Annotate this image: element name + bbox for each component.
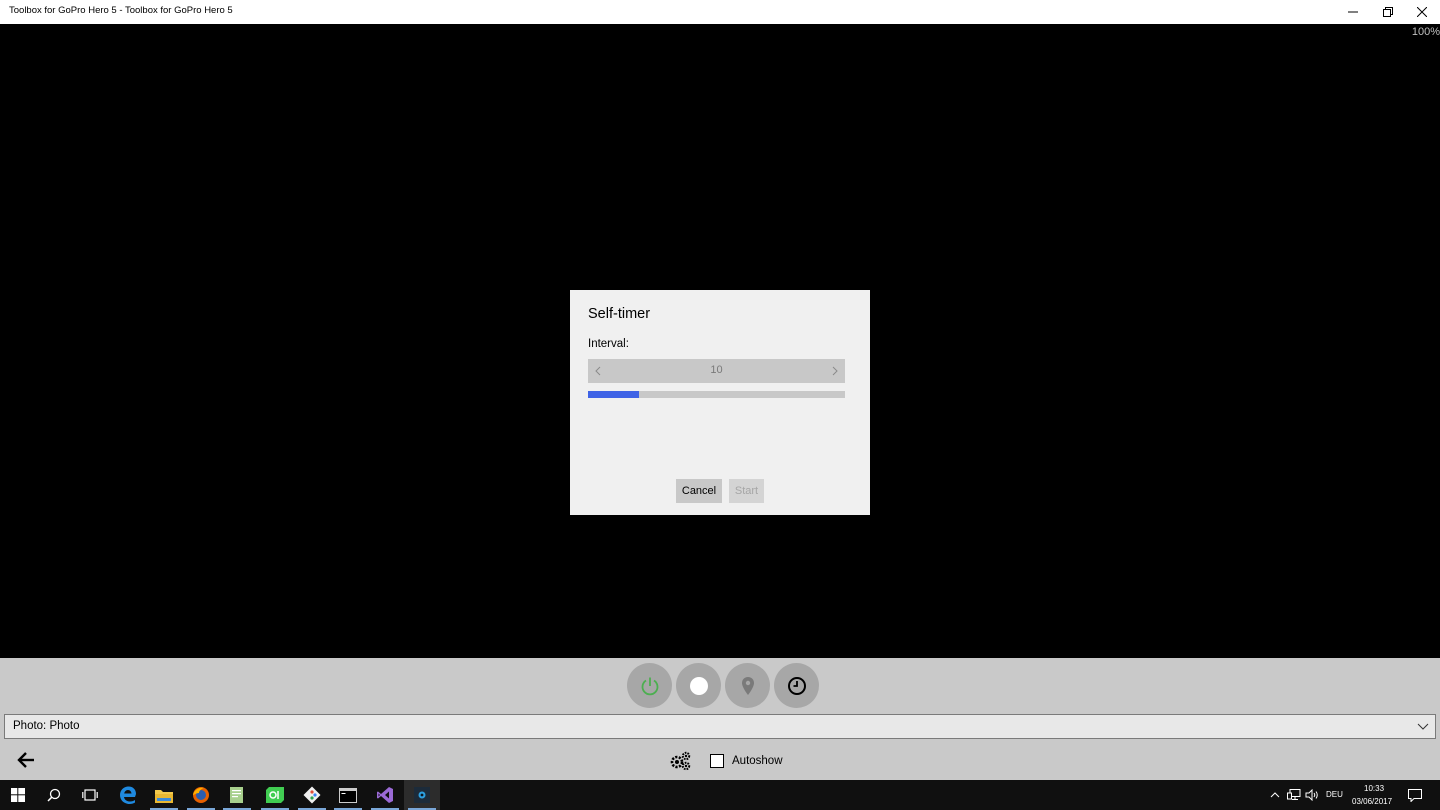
chevron-up-icon (1270, 792, 1280, 798)
git-app[interactable] (294, 780, 330, 810)
control-panel: Photo: Photo Autoshow (0, 658, 1440, 780)
interval-progress-bar (588, 391, 845, 398)
search-icon (47, 788, 61, 802)
file-explorer-app[interactable] (146, 780, 182, 810)
window-title: Toolbox for GoPro Hero 5 - Toolbox for G… (9, 5, 233, 16)
gopro-toolbox-app[interactable] (404, 780, 440, 810)
firefox-icon (193, 787, 209, 803)
start-button[interactable] (0, 780, 36, 810)
interval-value: 10 (710, 364, 723, 376)
dialog-title: Self-timer (588, 306, 651, 322)
taskbar: DEU 10:33 03/06/2017 (0, 780, 1440, 810)
mode-select-value: Photo: Photo (13, 720, 80, 732)
task-view-button[interactable] (72, 780, 108, 810)
location-button[interactable] (725, 663, 770, 708)
arrow-left-icon (17, 752, 34, 768)
qt-icon (266, 787, 284, 803)
task-view-icon (82, 789, 98, 801)
minimize-button[interactable] (1336, 0, 1370, 24)
network-icon (1287, 789, 1301, 800)
title-bar: Toolbox for GoPro Hero 5 - Toolbox for G… (0, 0, 1440, 24)
interval-spinner[interactable]: 10 (588, 359, 845, 383)
visual-studio-app[interactable] (367, 780, 403, 810)
notepad-icon (230, 787, 243, 803)
self-timer-dialog: Self-timer Interval: 10 Cancel Start (570, 290, 870, 515)
autoshow-label: Autoshow (732, 755, 783, 767)
record-icon (689, 676, 708, 695)
terminal-app[interactable] (330, 780, 366, 810)
self-timer-button[interactable] (774, 663, 819, 708)
qt-app[interactable] (257, 780, 293, 810)
search-button[interactable] (36, 780, 72, 810)
clock-date[interactable]: 03/06/2017 (1352, 797, 1392, 806)
edge-app[interactable] (110, 780, 146, 810)
start-button[interactable]: Start (729, 479, 764, 503)
autoshow-toggle[interactable]: Autoshow (710, 754, 783, 768)
clock-time[interactable]: 10:33 (1364, 784, 1384, 793)
input-language[interactable]: DEU (1326, 790, 1343, 799)
close-button[interactable] (1405, 0, 1439, 24)
chevron-right-icon (832, 366, 838, 376)
edge-icon (120, 786, 136, 804)
back-button[interactable] (16, 751, 38, 771)
interval-increase-button[interactable] (825, 359, 845, 383)
notepad-app[interactable] (219, 780, 255, 810)
gears-icon (670, 751, 691, 771)
record-button[interactable] (676, 663, 721, 708)
interval-label: Interval: (588, 338, 629, 350)
terminal-icon (339, 787, 357, 803)
network-button[interactable] (1284, 780, 1304, 810)
file-explorer-icon (155, 789, 173, 803)
cancel-button[interactable]: Cancel (676, 479, 722, 503)
start-icon (11, 788, 25, 802)
volume-button[interactable] (1302, 780, 1322, 810)
volume-icon (1305, 789, 1318, 801)
mode-select[interactable]: Photo: Photo (4, 714, 1436, 739)
zoom-level: 100% (1411, 26, 1440, 38)
progress-fill (588, 391, 640, 398)
close-icon (1417, 7, 1427, 17)
restore-icon (1383, 7, 1393, 17)
minimize-icon (1348, 11, 1358, 13)
firefox-app[interactable] (183, 780, 219, 810)
visual-studio-icon (377, 787, 393, 803)
action-center-button[interactable] (1402, 780, 1428, 810)
autoshow-checkbox[interactable] (710, 754, 724, 768)
git-icon (303, 786, 321, 804)
power-icon (641, 677, 658, 695)
restore-button[interactable] (1371, 0, 1405, 24)
show-hidden-icons-button[interactable] (1264, 780, 1286, 810)
gopro-toolbox-icon (414, 787, 430, 803)
settings-button[interactable] (668, 750, 692, 772)
chevron-down-icon (1417, 723, 1429, 730)
notification-icon (1408, 788, 1422, 802)
power-button[interactable] (627, 663, 672, 708)
location-icon (741, 676, 754, 695)
clock-icon (787, 676, 806, 695)
